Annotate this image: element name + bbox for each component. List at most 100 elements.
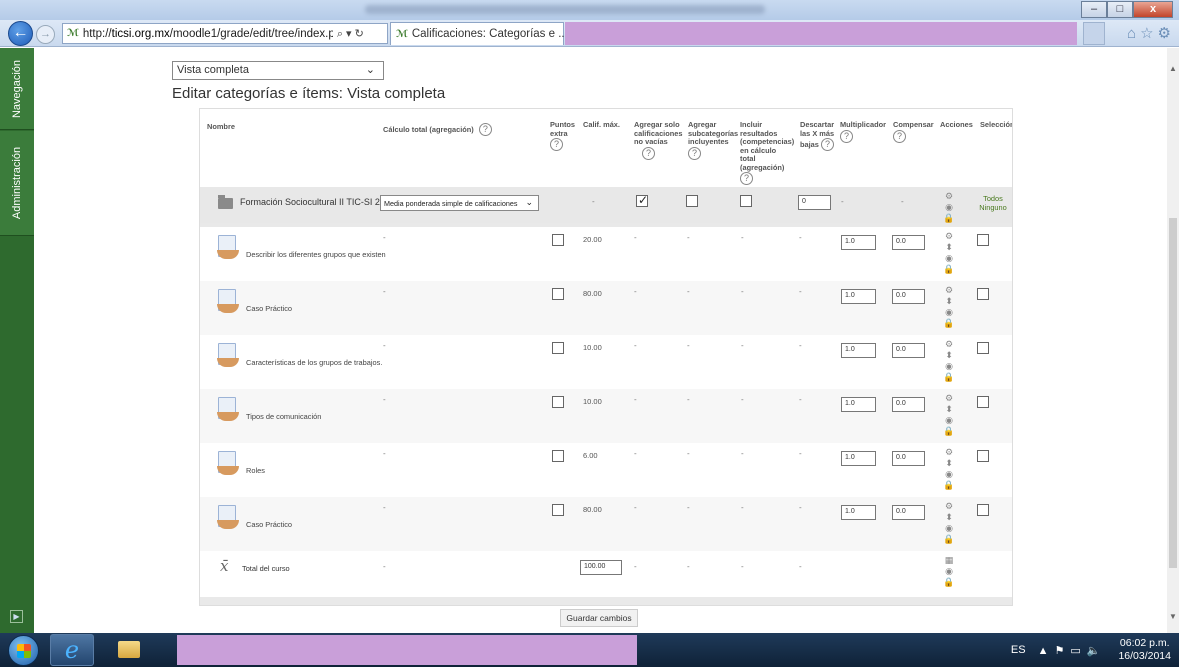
extra-points-checkbox[interactable] xyxy=(552,342,564,354)
save-changes-button[interactable]: Guardar cambios xyxy=(560,609,638,627)
multiplier-input[interactable]: 1.0 xyxy=(841,235,876,250)
lock-icon[interactable]: 🔒 xyxy=(942,426,956,437)
file-explorer-icon[interactable] xyxy=(106,634,150,666)
hide-eye-icon[interactable]: ◉ xyxy=(942,469,956,480)
lock-icon[interactable]: 🔒 xyxy=(942,213,956,224)
help-icon[interactable]: ? xyxy=(840,129,853,143)
taskbar-window-area[interactable] xyxy=(177,635,637,665)
edit-gear-icon[interactable]: ⚙ xyxy=(942,285,956,296)
volume-icon[interactable]: 🔈 xyxy=(1087,645,1107,657)
lock-icon[interactable]: 🔒 xyxy=(942,372,956,383)
aggregation-select[interactable]: Media ponderada simple de calificaciones… xyxy=(380,195,539,211)
move-arrows-icon[interactable]: ⬍ xyxy=(942,350,956,361)
back-arrow-icon[interactable]: ← xyxy=(8,21,33,46)
edit-gear-icon[interactable]: ⚙ xyxy=(942,191,956,202)
include-subcats-checkbox[interactable] xyxy=(686,195,698,207)
extra-points-checkbox[interactable] xyxy=(552,450,564,462)
language-indicator[interactable]: ES xyxy=(1011,644,1026,656)
edit-gear-icon[interactable]: ⚙ xyxy=(942,231,956,242)
select-item-checkbox[interactable] xyxy=(977,342,989,354)
hide-eye-icon[interactable]: ◉ xyxy=(942,566,956,577)
settings-gear-icon[interactable]: ⚙ xyxy=(1158,25,1175,42)
drop-lowest-input[interactable]: 0 xyxy=(798,195,831,210)
lock-icon[interactable]: 🔒 xyxy=(942,577,956,588)
offset-input[interactable]: 0.0 xyxy=(892,235,925,250)
edit-gear-icon[interactable]: ⚙ xyxy=(942,447,956,458)
multiplier-input[interactable]: 1.0 xyxy=(841,505,876,520)
taskbar-clock[interactable]: 06:02 p.m. 16/03/2014 xyxy=(1118,637,1171,663)
include-outcomes-checkbox[interactable] xyxy=(740,195,752,207)
grade-item-name[interactable]: Describir los diferentes grupos que exis… xyxy=(246,250,386,259)
hide-eye-icon[interactable]: ◉ xyxy=(942,361,956,372)
offset-input[interactable]: 0.0 xyxy=(892,289,925,304)
search-refresh-icon[interactable]: ⌕ ▾ ↻ xyxy=(337,27,364,41)
calculator-icon[interactable]: ▦ xyxy=(942,555,956,566)
hide-eye-icon[interactable]: ◉ xyxy=(942,307,956,318)
hide-eye-icon[interactable]: ◉ xyxy=(942,415,956,426)
help-icon[interactable]: ? xyxy=(820,138,834,151)
action-center-flag-icon[interactable]: ⚑ xyxy=(1054,645,1070,657)
hide-eye-icon[interactable]: ◉ xyxy=(942,202,956,213)
help-icon[interactable]: ? xyxy=(478,123,492,136)
select-item-checkbox[interactable] xyxy=(977,504,989,516)
page-scrollbar[interactable]: ▲ ▼ xyxy=(1167,48,1179,633)
tray-expand-icon[interactable]: ▲ xyxy=(1038,645,1055,657)
move-arrows-icon[interactable]: ⬍ xyxy=(942,512,956,523)
maximize-button[interactable]: □ xyxy=(1107,1,1133,18)
multiplier-input[interactable]: 1.0 xyxy=(841,343,876,358)
grade-item-name[interactable]: Roles xyxy=(246,466,265,475)
offset-input[interactable]: 0.0 xyxy=(892,505,925,520)
select-item-checkbox[interactable] xyxy=(977,288,989,300)
scroll-down-icon[interactable]: ▼ xyxy=(1167,612,1179,621)
network-icon[interactable]: ▭ xyxy=(1070,645,1086,657)
hide-eye-icon[interactable]: ◉ xyxy=(942,253,956,264)
total-max-grade-input[interactable]: 100.00 xyxy=(580,560,622,575)
multiplier-input[interactable]: 1.0 xyxy=(841,397,876,412)
grade-item-name[interactable]: Tipos de comunicación xyxy=(246,412,321,421)
select-item-checkbox[interactable] xyxy=(977,396,989,408)
help-icon[interactable]: ? xyxy=(642,146,655,160)
help-icon[interactable]: ? xyxy=(550,138,563,151)
lock-icon[interactable]: 🔒 xyxy=(942,480,956,491)
offset-input[interactable]: 0.0 xyxy=(892,343,925,358)
dock-tab-navigation[interactable]: Navegación xyxy=(0,48,34,130)
forward-arrow-icon[interactable]: → xyxy=(36,25,55,44)
edit-gear-icon[interactable]: ⚙ xyxy=(942,501,956,512)
edit-gear-icon[interactable]: ⚙ xyxy=(942,339,956,350)
scroll-up-icon[interactable]: ▲ xyxy=(1167,64,1179,73)
lock-icon[interactable]: 🔒 xyxy=(942,534,956,545)
extra-points-checkbox[interactable] xyxy=(552,504,564,516)
lock-icon[interactable]: 🔒 xyxy=(942,318,956,329)
only-non-empty-checkbox[interactable] xyxy=(636,193,648,207)
browser-tab-active[interactable]: ℳ Calificaciones: Categorías e ... × xyxy=(390,22,578,45)
extra-points-checkbox[interactable] xyxy=(552,396,564,408)
select-item-checkbox[interactable] xyxy=(977,234,989,246)
scrollbar-thumb[interactable] xyxy=(1169,218,1177,568)
multiplier-input[interactable]: 1.0 xyxy=(841,289,876,304)
address-bar[interactable]: ℳ http://ticsi.org.mx/moodle1/grade/edit… xyxy=(62,23,388,44)
dock-toggle-icon[interactable]: ▶ xyxy=(10,610,23,623)
home-icon[interactable]: ⌂ xyxy=(1127,25,1140,42)
offset-input[interactable]: 0.0 xyxy=(892,397,925,412)
view-select[interactable]: Vista completa ⌄ xyxy=(172,61,384,80)
help-icon[interactable]: ? xyxy=(688,146,701,160)
offset-input[interactable]: 0.0 xyxy=(892,451,925,466)
select-item-checkbox[interactable] xyxy=(977,450,989,462)
hide-eye-icon[interactable]: ◉ xyxy=(942,523,956,534)
select-all-link[interactable]: Todos xyxy=(975,194,1011,203)
extra-points-checkbox[interactable] xyxy=(552,234,564,246)
help-icon[interactable]: ? xyxy=(740,172,753,185)
close-window-button[interactable]: x xyxy=(1133,1,1173,18)
extra-points-checkbox[interactable] xyxy=(552,288,564,300)
move-arrows-icon[interactable]: ⬍ xyxy=(942,404,956,415)
move-arrows-icon[interactable]: ⬍ xyxy=(942,242,956,253)
move-arrows-icon[interactable]: ⬍ xyxy=(942,296,956,307)
minimize-button[interactable]: – xyxy=(1081,1,1107,18)
grade-item-name[interactable]: Características de los grupos de trabajo… xyxy=(246,358,382,367)
internet-explorer-icon[interactable]: e xyxy=(50,634,94,666)
favorites-star-icon[interactable]: ☆ xyxy=(1140,25,1157,42)
multiplier-input[interactable]: 1.0 xyxy=(841,451,876,466)
dock-tab-administration[interactable]: Administración xyxy=(0,131,34,236)
address-url[interactable]: http://ticsi.org.mx/moodle1/grade/edit/t… xyxy=(83,28,333,40)
move-arrows-icon[interactable]: ⬍ xyxy=(942,458,956,469)
